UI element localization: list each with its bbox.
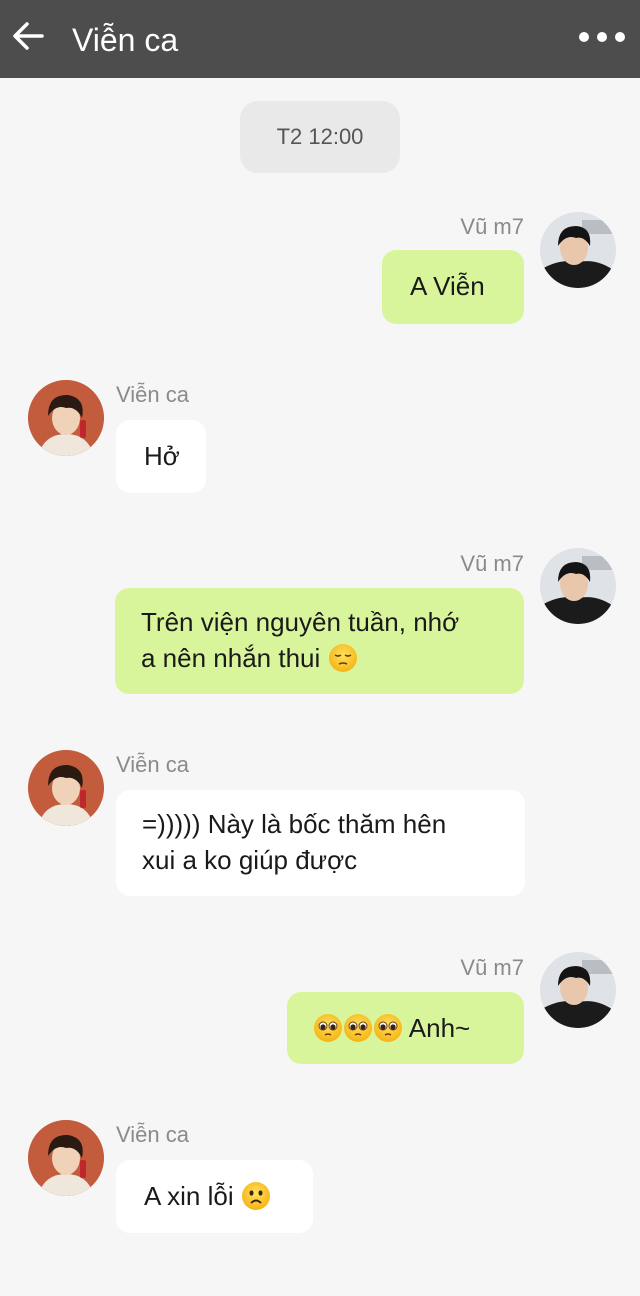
- message-bubble-outgoing[interactable]: A Viễn: [382, 250, 524, 324]
- message-bubble-outgoing[interactable]: Anh~: [287, 992, 524, 1064]
- avatar[interactable]: [540, 548, 616, 624]
- message-text-line: =))))) Này là bốc thăm hên: [142, 809, 447, 839]
- avatar[interactable]: [28, 750, 104, 826]
- avatar[interactable]: [540, 952, 616, 1028]
- pleading-face-icon: [344, 1014, 372, 1042]
- chat-screen: Viễn ca T2 12:00 Vũ m7 A Viễn Viễn ca Hở…: [0, 0, 640, 1296]
- worried-face-icon: [241, 1182, 270, 1210]
- message-list[interactable]: T2 12:00 Vũ m7 A Viễn Viễn ca Hở Vũ m7 T…: [0, 78, 640, 1296]
- message-text: Hở: [144, 441, 180, 471]
- pleading-face-icon: [314, 1014, 342, 1042]
- more-dots-icon: [579, 32, 625, 42]
- avatar[interactable]: [28, 380, 104, 456]
- sender-name: Vũ m7: [460, 551, 524, 576]
- message-bubble-incoming[interactable]: Hở: [116, 420, 206, 493]
- chat-title: Viễn ca: [72, 22, 179, 58]
- sender-name: Vũ m7: [460, 214, 524, 239]
- date-separator: T2 12:00: [240, 101, 400, 173]
- message-text: Anh~: [408, 1013, 471, 1043]
- header-bar: Viễn ca: [0, 0, 640, 78]
- message-text-line: Trên viện nguyên tuần, nhớ: [141, 607, 460, 637]
- sender-name: Viễn ca: [116, 382, 189, 407]
- message-bubble-outgoing[interactable]: Trên viện nguyên tuần, nhớ a nên nhắn th…: [115, 588, 524, 694]
- sender-name: Viễn ca: [116, 1122, 189, 1147]
- message-bubble-incoming[interactable]: =))))) Này là bốc thăm hên xui a ko giúp…: [116, 790, 525, 896]
- pleading-face-icon: [374, 1014, 402, 1042]
- more-options-button[interactable]: [576, 22, 628, 52]
- message-bubble-incoming[interactable]: A xin lỗi: [116, 1160, 313, 1233]
- avatar[interactable]: [28, 1120, 104, 1196]
- pensive-face-icon: [328, 644, 357, 672]
- message-text-line: a nên nhắn thui: [141, 643, 321, 673]
- back-button[interactable]: [8, 16, 48, 56]
- message-text: A Viễn: [410, 271, 485, 301]
- arrow-left-icon: [13, 22, 44, 50]
- sender-name: Viễn ca: [116, 752, 189, 777]
- avatar[interactable]: [540, 212, 616, 288]
- sender-name: Vũ m7: [460, 955, 524, 980]
- message-text-line: xui a ko giúp được: [142, 845, 358, 875]
- message-text: A xin lỗi: [144, 1181, 234, 1211]
